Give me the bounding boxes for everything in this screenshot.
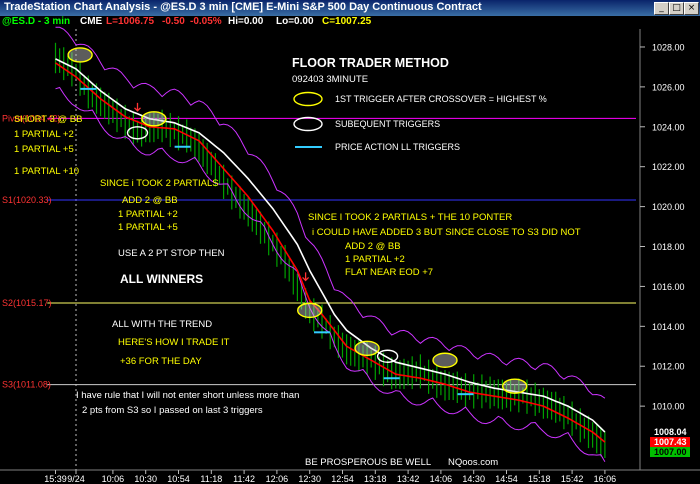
note-add-2: ADD 2 @ BB [345, 241, 401, 252]
y-tick-label: 1026.00 [652, 82, 685, 92]
first-trigger-ellipse [141, 111, 167, 127]
pivot-label: S2(1015.17) [2, 298, 52, 308]
note-add-1: ADD 2 @ BB [122, 195, 178, 206]
note-short: SHORT 3 @ BB [14, 114, 82, 125]
y-tick-label: 1024.00 [652, 122, 685, 132]
first-trigger-ellipse [297, 302, 323, 319]
x-tick-label: 9/24 [67, 474, 85, 484]
time-axis-labels: 15:39 9/24 10:06 10:30 10:54 11:18 11:42 12:06 1… [44, 470, 616, 484]
x-tick-label: 14:30 [462, 474, 485, 484]
x-tick-label: 14:06 [430, 474, 453, 484]
first-trigger-ellipse [432, 352, 458, 368]
note-partial-2: 1 PARTIAL +5 [14, 144, 74, 155]
note-since-1: SINCE i TOOK 2 PARTIALS [100, 178, 219, 189]
note-day-total: +36 FOR THE DAY [120, 356, 202, 367]
x-tick-label: 15:39 [44, 474, 67, 484]
y-tick-label: 1018.00 [652, 242, 685, 252]
price-box-label: 1008.04 [654, 427, 687, 437]
x-tick-label: 10:54 [167, 474, 190, 484]
y-tick-label: 1020.00 [652, 202, 685, 212]
legend-first-trigger-label: 1ST TRIGGER AFTER CROSSOVER = HIGHEST % [335, 94, 547, 104]
y-tick-label: 1022.00 [652, 162, 685, 172]
price-chart[interactable]: 1028.00 1026.00 1024.00 1022.00 1020.00 1018.… [0, 0, 700, 484]
y-tick-label: 1016.00 [652, 282, 685, 292]
x-tick-label: 10:30 [134, 474, 157, 484]
x-tick-label: 11:42 [233, 474, 255, 484]
note-add2-partial: 1 PARTIAL +2 [345, 254, 405, 265]
y-tick-label: 1010.00 [652, 402, 685, 412]
legend-subsequent-label: SUBEQUENT TRIGGERS [335, 119, 440, 129]
note-partial-3: 1 PARTIAL +10 [14, 166, 79, 177]
note-add1-partial-1: 1 PARTIAL +2 [118, 209, 178, 220]
first-trigger-ellipse [354, 340, 380, 356]
footer-text: BE PROSPEROUS BE WELL [305, 457, 431, 468]
x-tick-label: 15:42 [561, 474, 584, 484]
x-tick-label: 13:18 [364, 474, 387, 484]
note-could-have: i COULD HAVE ADDED 3 BUT SINCE CLOSE TO … [312, 227, 581, 238]
price-axis-labels: 1028.00 1026.00 1024.00 1022.00 1020.00 1018.… [640, 42, 685, 412]
first-trigger-ellipse [67, 47, 93, 63]
price-box-label: 1007.00 [654, 447, 687, 457]
note-add1-partial-2: 1 PARTIAL +5 [118, 222, 178, 233]
note-trend: ALL WITH THE TREND [112, 319, 212, 330]
x-tick-label: 11:18 [200, 474, 222, 484]
site-text: NQoos.com [448, 457, 498, 468]
x-tick-label: 16:06 [594, 474, 617, 484]
note-rule-2: 2 pts from S3 so I passed on last 3 trig… [82, 405, 263, 416]
note-rule-1: I have rule that I will not enter short … [76, 390, 299, 401]
x-tick-label: 12:54 [331, 474, 354, 484]
pivot-label: S3(1011.08) [2, 380, 51, 390]
first-trigger-ellipse [502, 378, 528, 394]
pivot-label: S1(1020.33) [2, 195, 52, 205]
x-tick-label: 12:06 [266, 474, 289, 484]
y-tick-label: 1028.00 [652, 42, 685, 52]
note-since-2: SINCE I TOOK 2 PARTIALS + THE 10 PONTER [308, 212, 512, 223]
x-tick-label: 12:30 [298, 474, 321, 484]
note-stop: USE A 2 PT STOP THEN [118, 248, 225, 259]
x-tick-label: 15:18 [528, 474, 551, 484]
chart-subtitle: 092403 3MINUTE [292, 74, 368, 85]
x-tick-label: 10:06 [102, 474, 125, 484]
legend-price-action-label: PRICE ACTION LL TRIGGERS [335, 142, 460, 152]
note-flat: FLAT NEAR EOD +7 [345, 267, 433, 278]
x-tick-label: 13:42 [397, 474, 420, 484]
chart-title: FLOOR TRADER METHOD [292, 56, 449, 70]
last-price-boxes: 1008.041007.431007.00 [650, 427, 690, 457]
y-tick-label: 1012.00 [652, 362, 685, 372]
y-tick-label: 1014.00 [652, 322, 685, 332]
note-partial-1: 1 PARTIAL +2 [14, 129, 74, 140]
x-tick-label: 14:54 [495, 474, 518, 484]
price-box-label: 1007.43 [654, 437, 687, 447]
chart-window: TradeStation Chart Analysis - @ES.D 3 mi… [0, 0, 700, 484]
note-how: HERE'S HOW I TRADE IT [118, 337, 230, 348]
note-all-winners: ALL WINNERS [120, 272, 203, 286]
